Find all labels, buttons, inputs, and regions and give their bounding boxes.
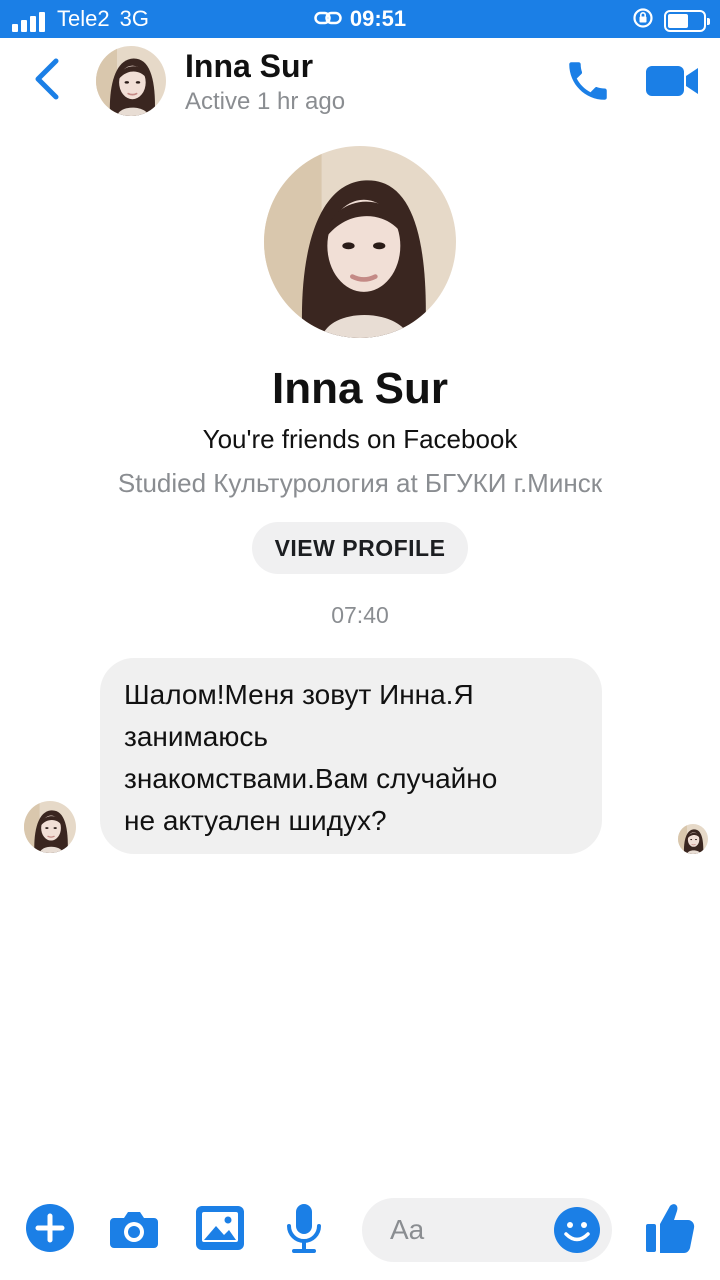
message-input[interactable] [390, 1208, 540, 1252]
avatar[interactable] [96, 46, 166, 116]
image-icon [196, 1206, 244, 1250]
video-camera-icon [646, 66, 698, 96]
more-actions-button[interactable] [24, 1202, 76, 1254]
back-button[interactable] [28, 56, 68, 102]
camera-icon [110, 1212, 158, 1248]
call-button[interactable] [562, 56, 614, 106]
status-time: 09:51 [0, 6, 720, 33]
message-line: Шалом!Меня зовут Инна.Я [124, 679, 474, 710]
battery-icon [664, 9, 710, 32]
status-right [632, 7, 710, 34]
message-line: знакомствами.Вам случайно [124, 763, 498, 794]
contact-name[interactable]: Inna Sur [185, 48, 313, 85]
link-icon [314, 7, 342, 33]
emoji-icon [554, 1207, 600, 1253]
thumbs-up-icon [646, 1204, 695, 1253]
sender-avatar[interactable] [24, 801, 76, 853]
message-input-box[interactable] [362, 1198, 612, 1262]
profile-name: Inna Sur [271, 364, 449, 413]
voice-button[interactable] [278, 1202, 330, 1254]
view-profile-button[interactable]: VIEW PROFILE [252, 522, 468, 574]
message-timestamp: 07:40 [331, 602, 389, 628]
rotation-lock-icon [632, 7, 654, 34]
profile-avatar[interactable] [264, 146, 456, 338]
friends-status: You're friends on Facebook [202, 424, 518, 454]
video-call-button[interactable] [644, 58, 702, 104]
like-button[interactable] [644, 1200, 696, 1256]
back-icon [35, 58, 59, 100]
active-status: Active 1 hr ago [185, 88, 346, 115]
time-label: 09:51 [349, 6, 407, 31]
seen-receipt-avatar [678, 824, 708, 854]
message-line: не актуален шидух? [124, 805, 387, 836]
microphone-icon [287, 1204, 321, 1253]
battery-fill [668, 13, 689, 28]
status-bar: Tele2 3G 09:51 [0, 0, 720, 38]
gallery-button[interactable] [194, 1202, 246, 1254]
education-info: Studied Культурология at БГУКИ г.Минск [117, 468, 603, 498]
camera-button[interactable] [108, 1202, 160, 1254]
emoji-button[interactable] [552, 1205, 602, 1255]
chat-header: Inna Sur Active 1 hr ago [0, 38, 720, 130]
phone-icon [569, 62, 607, 100]
composer-bar [0, 1190, 720, 1270]
plus-icon [26, 1204, 74, 1252]
message-line: занимаюсь [124, 721, 268, 752]
message-bubble[interactable]: Шалом!Меня зовут Инна.Я занимаюсь знаком… [100, 658, 602, 854]
